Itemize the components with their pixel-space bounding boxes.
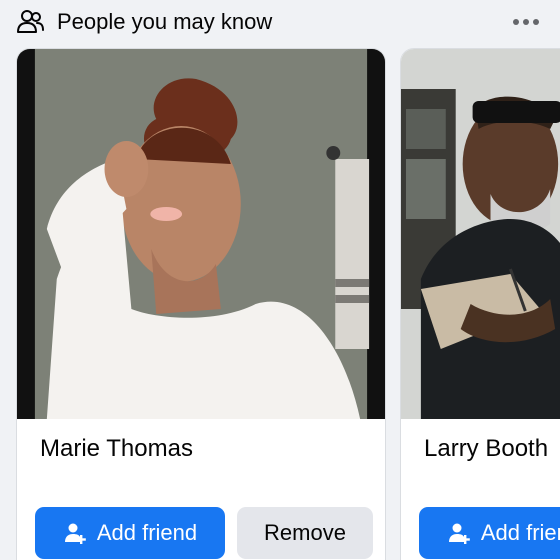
suggestion-name[interactable]: Larry Booth xyxy=(424,434,548,464)
suggestion-card[interactable]: Larry Booth Add friend xyxy=(400,48,560,560)
remove-label: Remove xyxy=(264,520,346,545)
section-title: People you may know xyxy=(57,9,273,34)
more-options-icon[interactable] xyxy=(508,10,544,34)
add-friend-button[interactable]: Add friend xyxy=(419,507,560,559)
profile-photo[interactable] xyxy=(17,49,385,419)
remove-button[interactable]: Remove xyxy=(237,507,373,559)
add-friend-label: Add friend xyxy=(96,520,198,545)
add-person-icon xyxy=(448,523,470,544)
suggestion-name[interactable]: Marie Thomas xyxy=(40,434,193,464)
suggestion-card[interactable]: Marie Thomas Add friend Remove xyxy=(16,48,386,560)
add-friend-label: Add friend xyxy=(480,520,560,545)
section-header: People you may know xyxy=(0,0,560,44)
people-icon xyxy=(17,10,44,33)
add-friend-button[interactable]: Add friend xyxy=(35,507,225,559)
add-person-icon xyxy=(64,523,86,544)
suggestions-carousel[interactable]: Marie Thomas Add friend Remove Larry Boo… xyxy=(0,48,560,560)
profile-photo[interactable] xyxy=(401,49,560,419)
